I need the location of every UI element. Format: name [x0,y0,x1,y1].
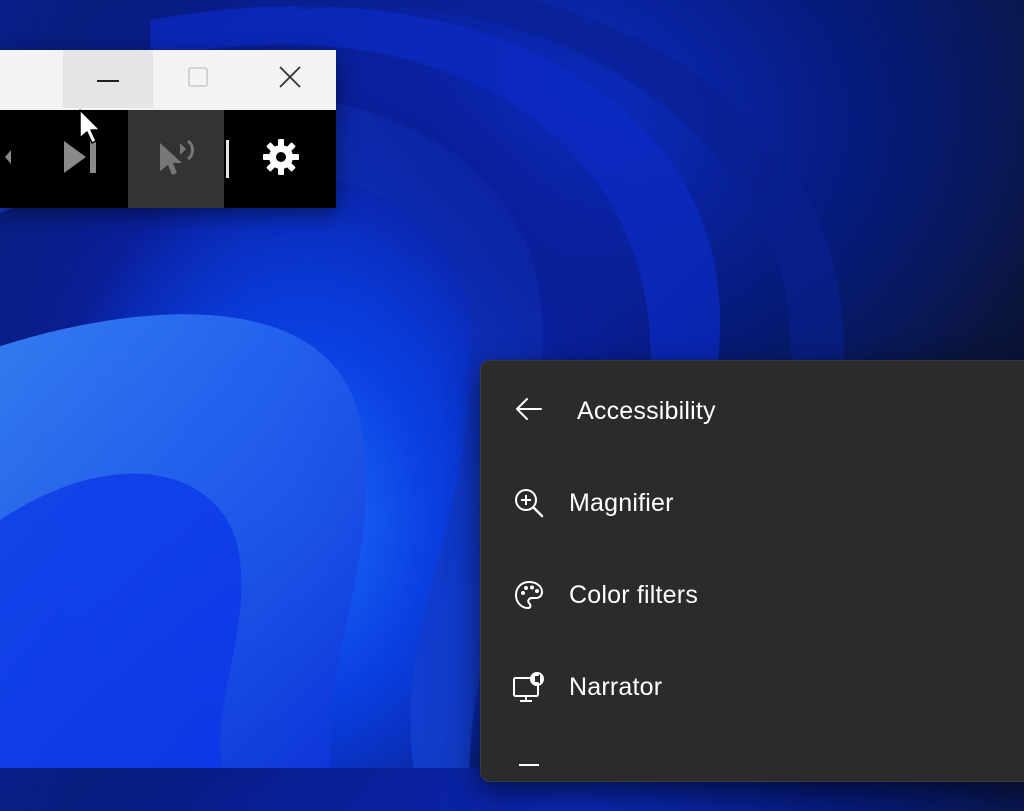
magnifier-item[interactable]: Magnifier [481,471,1024,535]
flyout-title: Accessibility [577,397,716,425]
accessibility-flyout: Accessibility Magnifier Color filters Na… [480,360,1024,782]
partial-item-icon [511,761,547,797]
color-filters-item[interactable]: Color filters [481,563,1024,627]
maximize-icon [188,66,208,92]
title-bar [0,50,336,110]
close-icon [279,65,301,93]
magnifier-label: Magnifier [569,488,674,517]
back-button[interactable] [511,395,547,427]
settings-button[interactable] [236,110,326,208]
narrator-item[interactable]: Narrator [481,655,1024,719]
back-arrow-icon [515,397,543,426]
speak-button[interactable] [128,110,224,208]
previous-button[interactable] [0,110,20,208]
mouse-cursor-icon [78,108,102,151]
maximize-button[interactable] [153,50,243,108]
narrator-label: Narrator [569,672,663,701]
color-filters-label: Color filters [569,580,699,609]
toolbar-divider [226,140,229,178]
narrator-icon [511,669,547,705]
speak-icon [154,135,198,184]
gear-icon [261,137,301,182]
narrator-controls [0,110,336,208]
narrator-toolbar-window [0,50,336,208]
palette-icon [511,577,547,613]
close-button[interactable] [245,50,335,108]
minimize-button[interactable] [63,50,153,108]
previous-icon [5,142,15,177]
minimize-icon [97,70,119,88]
magnifier-icon [511,485,547,521]
partially-visible-item[interactable] [481,747,1024,811]
flyout-header: Accessibility [481,383,1024,439]
